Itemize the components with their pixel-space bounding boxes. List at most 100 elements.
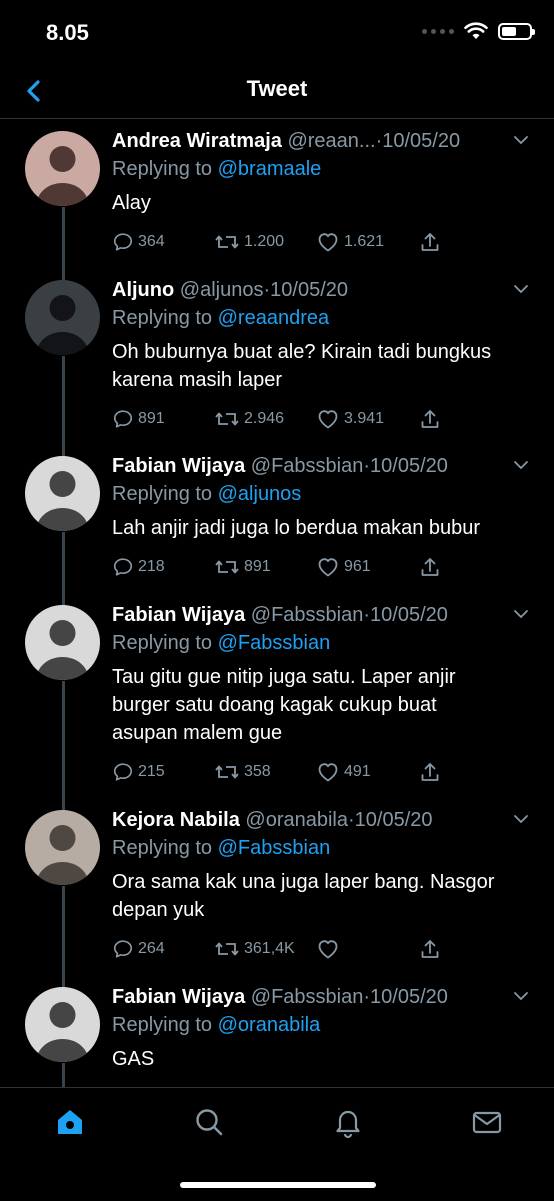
bell-icon [331, 1105, 365, 1139]
like-button[interactable]: 3.941 [316, 408, 384, 430]
replying-to-label: Replying to [112, 483, 213, 505]
retweet-button[interactable]: 361,4K [214, 938, 295, 960]
tweet-body: Aljuno @aljunos·10/05/20 Replying to @rea… [112, 276, 530, 438]
heart-icon [316, 556, 340, 578]
tweet-date: 10/05/20 [370, 455, 448, 477]
display-name[interactable]: Fabian Wijaya [112, 604, 245, 626]
reply-mention-link[interactable]: @aljunos [218, 483, 302, 505]
like-button[interactable]: 961 [316, 556, 371, 578]
tweet-text-line: depan yuk [112, 899, 205, 921]
tweet[interactable]: Aljuno @aljunos·10/05/20 Replying to @rea… [0, 276, 554, 472]
tweet-text-line: Alay [112, 192, 151, 214]
tweet-text: Ora sama kak una juga laper bang. Nasgor… [112, 868, 530, 924]
avatar[interactable] [25, 987, 100, 1062]
tweet-actions: 215 358 491 [112, 761, 530, 791]
like-button[interactable]: 1.621 [316, 231, 384, 253]
tweet-text-line: karena masih laper [112, 369, 283, 391]
heart-icon [316, 761, 340, 783]
avatar[interactable] [25, 280, 100, 355]
page-title: Tweet [246, 76, 308, 101]
tweet-date: 10/05/20 [370, 604, 448, 626]
nav-header: Tweet [0, 64, 554, 119]
tweet-thread[interactable]: Andrea Wiratmaja @reaan...·10/05/20 Reply… [0, 119, 554, 1087]
replying-to-label: Replying to [112, 632, 213, 654]
retweet-button[interactable]: 2.946 [214, 408, 284, 430]
tweet-body: Kejora Nabila @oranabila·10/05/20 Replyin… [112, 806, 530, 968]
user-handle[interactable]: @aljunos [180, 279, 264, 301]
avatar[interactable] [25, 456, 100, 531]
reply-button[interactable]: 264 [112, 938, 165, 960]
avatar[interactable] [25, 131, 100, 206]
reply-icon [112, 761, 134, 783]
tab-messages[interactable] [467, 1102, 507, 1142]
tweet[interactable]: Andrea Wiratmaja @reaan...·10/05/20 Reply… [0, 127, 554, 296]
tweet[interactable]: Fabian Wijaya @Fabssbian·10/05/20 Replyin… [0, 601, 554, 826]
retweet-button[interactable]: 1.200 [214, 231, 284, 253]
tweet[interactable]: Fabian Wijaya @Fabssbian·10/05/20 Replyin… [0, 452, 554, 621]
battery-level [502, 26, 517, 36]
tweet-header: Fabian Wijaya @Fabssbian·10/05/20 [112, 601, 530, 629]
tab-search[interactable] [189, 1102, 229, 1142]
display-name[interactable]: Kejora Nabila [112, 809, 240, 831]
display-name[interactable]: Aljuno [112, 279, 174, 301]
tweet[interactable]: Kejora Nabila @oranabila·10/05/20 Replyin… [0, 806, 554, 1003]
reply-mention-link[interactable]: @Fabssbian [218, 632, 331, 654]
like-button[interactable] [316, 938, 344, 960]
tweet-body: Fabian Wijaya @Fabssbian·10/05/20 Replyin… [112, 452, 530, 586]
tweet-text: GAS [112, 1045, 530, 1073]
avatar[interactable] [25, 605, 100, 680]
tweet-date: 10/05/20 [354, 809, 433, 831]
display-name[interactable]: Fabian Wijaya [112, 986, 245, 1008]
tweet-body: Fabian Wijaya @Fabssbian·10/05/20 Replyin… [112, 983, 530, 1087]
share-button[interactable] [419, 761, 441, 783]
user-handle[interactable]: @reaan... [287, 130, 375, 152]
reply-button[interactable]: 218 [112, 556, 165, 578]
status-time: 8.05 [46, 20, 89, 45]
reply-button[interactable]: 364 [112, 231, 165, 253]
status-icons [422, 22, 535, 40]
user-handle[interactable]: @Fabssbian [251, 455, 364, 477]
replying-to-label: Replying to [112, 307, 213, 329]
avatar[interactable] [25, 810, 100, 885]
replying-to-label: Replying to [112, 1014, 213, 1036]
reply-count: 215 [138, 763, 165, 780]
tweet[interactable]: Fabian Wijaya @Fabssbian·10/05/20 Replyin… [0, 983, 554, 1087]
display-name[interactable]: Andrea Wiratmaja [112, 130, 282, 152]
reply-mention-link[interactable]: @oranabila [218, 1014, 321, 1036]
reply-mention-link[interactable]: @reaandrea [218, 307, 329, 329]
like-button[interactable]: 491 [316, 761, 371, 783]
display-name[interactable]: Fabian Wijaya [112, 455, 245, 477]
share-button[interactable] [419, 556, 441, 578]
separator: · [363, 455, 371, 477]
tab-notifications[interactable] [328, 1102, 368, 1142]
tweet-actions: 891 2.946 3.941 [112, 408, 530, 438]
tweet-date: 10/05/20 [382, 130, 461, 152]
reply-mention-link[interactable]: @bramaale [218, 158, 322, 180]
reply-button[interactable]: 891 [112, 408, 165, 430]
reply-icon [112, 231, 134, 253]
share-button[interactable] [419, 938, 441, 960]
separator: · [363, 604, 371, 626]
retweet-button[interactable]: 358 [214, 761, 271, 783]
tweet-text-line: burger satu doang kagak cukup buat [112, 694, 437, 716]
tweet-text-line: Ora sama kak una juga laper bang. Nasgor [112, 871, 495, 893]
tweet-actions: 364 1.200 1.621 [112, 231, 530, 261]
user-handle[interactable]: @Fabssbian [251, 986, 364, 1008]
share-button[interactable] [419, 408, 441, 430]
reply-mention-link[interactable]: @Fabssbian [218, 837, 331, 859]
reply-count: 264 [138, 940, 165, 957]
tab-home[interactable] [50, 1102, 90, 1142]
tweet-actions: 218 891 961 [112, 556, 530, 586]
tweet-date: 10/05/20 [370, 986, 448, 1008]
share-button[interactable] [419, 231, 441, 253]
user-handle[interactable]: @oranabila [245, 809, 348, 831]
reply-button[interactable]: 215 [112, 761, 165, 783]
replying-to: Replying to @reaandrea [112, 304, 530, 332]
retweet-count: 1.200 [244, 233, 285, 250]
tweet-body: Fabian Wijaya @Fabssbian·10/05/20 Replyin… [112, 601, 530, 791]
retweet-icon [214, 408, 240, 430]
user-handle[interactable]: @Fabssbian [251, 604, 364, 626]
replying-to-label: Replying to [112, 837, 213, 859]
separator: · [363, 986, 371, 1008]
retweet-button[interactable]: 891 [214, 556, 271, 578]
